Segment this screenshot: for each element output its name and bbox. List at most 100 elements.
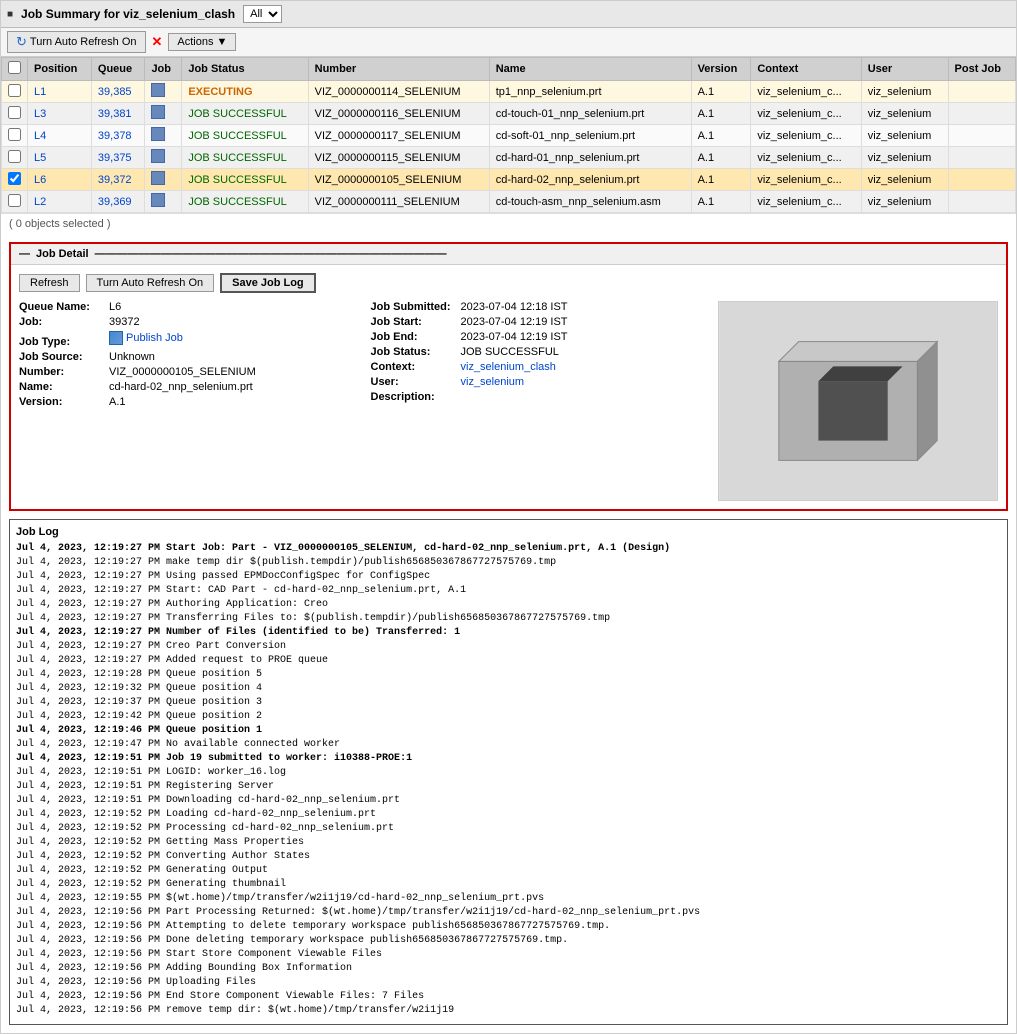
table-row[interactable]: L5 39,375 JOB SUCCESSFUL VIZ_0000000115_… (2, 147, 1016, 169)
log-line: Jul 4, 2023, 12:19:27 PM Start: CAD Part… (16, 584, 1001, 598)
user-label: User: (371, 376, 461, 388)
detail-auto-refresh-button[interactable]: Turn Auto Refresh On (86, 274, 215, 292)
refresh-button[interactable]: ↻ Turn Auto Refresh On (7, 31, 146, 53)
row-checkbox-cell[interactable] (2, 81, 28, 103)
job-value: 39372 (109, 316, 140, 328)
row-position: L3 (28, 103, 92, 125)
context-label: Context: (371, 361, 461, 373)
row-user: viz_selenium (861, 191, 948, 213)
collapse-detail-icon[interactable]: — (19, 248, 30, 260)
log-line: Jul 4, 2023, 12:19:51 PM Downloading cd-… (16, 794, 1001, 808)
log-line: Jul 4, 2023, 12:19:55 PM $(wt.home)/tmp/… (16, 892, 1001, 906)
detail-fields: Queue Name: L6 Job: 39372 Job Type: (19, 301, 702, 501)
field-start: Job Start: 2023-07-04 12:19 IST (371, 316, 703, 328)
log-line: Jul 4, 2023, 12:19:27 PM Start Job: Part… (16, 542, 1001, 556)
job-source-value: Unknown (109, 351, 155, 363)
log-line: Jul 4, 2023, 12:19:42 PM Queue position … (16, 710, 1001, 724)
close-icon[interactable]: ✕ (152, 34, 163, 50)
table-row[interactable]: L4 39,378 JOB SUCCESSFUL VIZ_0000000117_… (2, 125, 1016, 147)
row-number: VIZ_0000000114_SELENIUM (308, 81, 489, 103)
row-queue: 39,372 (91, 169, 145, 191)
job-detail-header: — Job Detail ———————————————————————————… (11, 244, 1006, 265)
row-status: JOB SUCCESSFUL (182, 191, 308, 213)
row-number: VIZ_0000000115_SELENIUM (308, 147, 489, 169)
th-position: Position (28, 58, 92, 81)
row-queue: 39,385 (91, 81, 145, 103)
row-number: VIZ_0000000117_SELENIUM (308, 125, 489, 147)
table-row[interactable]: L1 39,385 EXECUTING VIZ_0000000114_SELEN… (2, 81, 1016, 103)
field-job-type: Job Type: Publish Job (19, 331, 351, 348)
log-line: Jul 4, 2023, 12:19:32 PM Queue position … (16, 682, 1001, 696)
th-queue: Queue (91, 58, 145, 81)
detail-separator: ———————————————————————————————— (95, 248, 447, 260)
row-status: JOB SUCCESSFUL (182, 125, 308, 147)
row-job-icon-cell (145, 81, 182, 103)
row-checkbox-cell[interactable] (2, 103, 28, 125)
row-name: cd-hard-02_nnp_selenium.prt (489, 169, 691, 191)
log-line: Jul 4, 2023, 12:19:27 PM Using passed EP… (16, 570, 1001, 584)
start-label: Job Start: (371, 316, 461, 328)
collapse-icon[interactable]: ■ (7, 9, 13, 20)
row-user: viz_selenium (861, 81, 948, 103)
table-row[interactable]: L6 39,372 JOB SUCCESSFUL VIZ_0000000105_… (2, 169, 1016, 191)
save-job-log-button[interactable]: Save Job Log (220, 273, 316, 293)
row-queue: 39,375 (91, 147, 145, 169)
log-line: Jul 4, 2023, 12:19:27 PM Added request t… (16, 654, 1001, 668)
log-line: Jul 4, 2023, 12:19:51 PM Job 19 submitte… (16, 752, 1001, 766)
row-checkbox[interactable] (8, 84, 21, 97)
context-value[interactable]: viz_selenium_clash (461, 361, 556, 373)
field-job: Job: 39372 (19, 316, 351, 328)
log-line: Jul 4, 2023, 12:19:27 PM make temp dir $… (16, 556, 1001, 570)
job-type-icon (151, 105, 165, 119)
th-context: Context (751, 58, 861, 81)
log-line: Jul 4, 2023, 12:19:56 PM Done deleting t… (16, 934, 1001, 948)
user-value[interactable]: viz_selenium (461, 376, 525, 388)
log-line: Jul 4, 2023, 12:19:27 PM Transferring Fi… (16, 612, 1001, 626)
row-version: A.1 (691, 147, 751, 169)
job-type-icon (151, 127, 165, 141)
row-user: viz_selenium (861, 103, 948, 125)
row-checkbox[interactable] (8, 150, 21, 163)
actions-button[interactable]: Actions ▼ (168, 33, 236, 51)
name-label: Name: (19, 381, 109, 393)
detail-col-right: Job Submitted: 2023-07-04 12:18 IST Job … (371, 301, 703, 411)
row-position: L1 (28, 81, 92, 103)
detail-col-left: Queue Name: L6 Job: 39372 Job Type: (19, 301, 351, 411)
table-row[interactable]: L2 39,369 JOB SUCCESSFUL VIZ_0000000111_… (2, 191, 1016, 213)
row-checkbox[interactable] (8, 194, 21, 207)
row-postjob (948, 147, 1015, 169)
row-checkbox-cell[interactable] (2, 169, 28, 191)
th-number: Number (308, 58, 489, 81)
row-postjob (948, 125, 1015, 147)
row-checkbox[interactable] (8, 172, 21, 185)
log-line: Jul 4, 2023, 12:19:56 PM Uploading Files (16, 976, 1001, 990)
job-thumbnail (718, 301, 998, 501)
row-version: A.1 (691, 169, 751, 191)
row-postjob (948, 169, 1015, 191)
field-job-status: Job Status: JOB SUCCESSFUL (371, 346, 703, 358)
log-line: Jul 4, 2023, 12:19:56 PM End Store Compo… (16, 990, 1001, 1004)
job-detail-title: Job Detail (36, 248, 89, 260)
table-row[interactable]: L3 39,381 JOB SUCCESSFUL VIZ_0000000116_… (2, 103, 1016, 125)
log-line: Jul 4, 2023, 12:19:52 PM Generating thum… (16, 878, 1001, 892)
detail-refresh-button[interactable]: Refresh (19, 274, 80, 292)
th-checkbox[interactable] (2, 58, 28, 81)
toolbar: ↻ Turn Auto Refresh On ✕ Actions ▼ (1, 28, 1016, 57)
filter-dropdown[interactable]: All (243, 5, 282, 23)
row-version: A.1 (691, 81, 751, 103)
header-bar: ■ Job Summary for viz_selenium_clash All (1, 1, 1016, 28)
row-context: viz_selenium_c... (751, 103, 861, 125)
page-title: Job Summary for viz_selenium_clash (21, 7, 235, 21)
row-checkbox-cell[interactable] (2, 191, 28, 213)
log-line: Jul 4, 2023, 12:19:52 PM Generating Outp… (16, 864, 1001, 878)
field-submitted: Job Submitted: 2023-07-04 12:18 IST (371, 301, 703, 313)
actions-chevron-icon: ▼ (216, 36, 227, 48)
refresh-icon: ↻ (16, 34, 27, 50)
row-checkbox-cell[interactable] (2, 147, 28, 169)
row-checkbox[interactable] (8, 128, 21, 141)
row-checkbox[interactable] (8, 106, 21, 119)
select-all-checkbox[interactable] (8, 61, 21, 74)
field-version: Version: A.1 (19, 396, 351, 408)
row-checkbox-cell[interactable] (2, 125, 28, 147)
publish-job-value[interactable]: Publish Job (109, 331, 183, 345)
